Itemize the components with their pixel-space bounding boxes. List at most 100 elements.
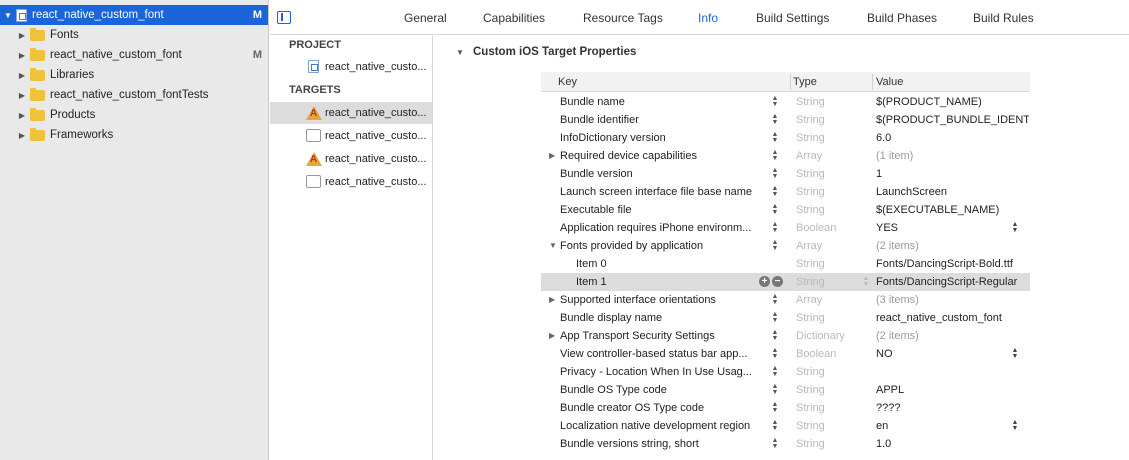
tab-info[interactable]: Info [698, 11, 718, 25]
key-stepper-icon[interactable]: ▲ ▼ [771, 95, 779, 108]
tab-resource-tags[interactable]: Resource Tags [583, 11, 663, 25]
property-row[interactable]: InfoDictionary version ▲ ▼ String 6.0 [541, 129, 1030, 147]
property-type[interactable]: String [796, 276, 825, 288]
property-key[interactable]: Fonts provided by application [560, 240, 768, 252]
property-type[interactable]: String [796, 312, 825, 324]
key-stepper-icon[interactable]: ▲ ▼ [771, 347, 779, 360]
property-key[interactable]: Item 0 [576, 258, 784, 270]
property-value[interactable]: (3 items) [876, 294, 1029, 306]
key-stepper-icon[interactable]: ▲ ▼ [771, 167, 779, 180]
value-popup-icon[interactable]: ▲ ▼ [1011, 419, 1019, 432]
key-stepper-icon[interactable]: ▲ ▼ [771, 419, 779, 432]
property-row[interactable]: ▶ Required device capabilities ▲ ▼ Array (1 i… [541, 147, 1030, 165]
key-stepper-icon[interactable]: ▲ ▼ [771, 131, 779, 144]
property-value[interactable]: Fonts/DancingScript-Regular [876, 276, 1029, 288]
property-row[interactable]: Launch screen interface file base name ▲ ▼… [541, 183, 1030, 201]
property-type[interactable]: String [796, 114, 825, 126]
property-row[interactable]: Bundle name ▲ ▼ String $(PRODUCT_NAME) [541, 93, 1030, 111]
disclosure-collapsed-icon[interactable]: ▶ [549, 151, 555, 160]
property-value[interactable]: (2 items) [876, 240, 1029, 252]
key-stepper-icon[interactable]: ▲ ▼ [771, 293, 779, 306]
disclosure-collapsed-icon[interactable]: ▶ [18, 91, 26, 100]
property-row[interactable]: ▶ App Transport Security Settings ▲ ▼ Dictio… [541, 327, 1030, 345]
property-key[interactable]: Supported interface orientations [560, 294, 768, 306]
key-stepper-icon[interactable]: ▲ ▼ [771, 383, 779, 396]
property-row[interactable]: Localization native development region ▲ ▼… [541, 417, 1030, 435]
property-type[interactable]: String [796, 258, 825, 270]
property-type[interactable]: String [796, 366, 825, 378]
property-value[interactable]: ???? [876, 402, 1029, 414]
property-key[interactable]: Bundle version [560, 168, 768, 180]
disclosure-collapsed-icon[interactable]: ▶ [18, 131, 26, 140]
property-value[interactable]: 6.0 [876, 132, 1029, 144]
property-value[interactable]: (1 item) [876, 150, 1029, 162]
navigator-item[interactable]: ▶ Fonts [0, 25, 268, 45]
key-stepper-icon[interactable]: ▲ ▼ [771, 365, 779, 378]
key-stepper-icon[interactable]: ▲ ▼ [771, 185, 779, 198]
navigator-item[interactable]: ▶ react_native_custom_fontTests [0, 85, 268, 105]
disclosure-collapsed-icon[interactable]: ▶ [549, 295, 555, 304]
property-key[interactable]: Privacy - Location When In Use Usag... [560, 366, 768, 378]
property-row[interactable]: Bundle identifier ▲ ▼ String $(PRODUCT_BUNDL… [541, 111, 1030, 129]
tab-general[interactable]: General [404, 11, 447, 25]
disclosure-collapsed-icon[interactable]: ▶ [18, 111, 26, 120]
tab-capabilities[interactable]: Capabilities [483, 11, 545, 25]
property-value[interactable]: en [876, 420, 1029, 432]
property-type[interactable]: String [796, 186, 825, 198]
property-type[interactable]: String [796, 384, 825, 396]
disclosure-expanded-icon[interactable]: ▼ [4, 11, 12, 20]
property-type[interactable]: Dictionary [796, 330, 845, 342]
property-value[interactable]: LaunchScreen [876, 186, 1029, 198]
property-key[interactable]: Executable file [560, 204, 768, 216]
key-stepper-icon[interactable]: ▲ ▼ [771, 239, 779, 252]
type-stepper-icon[interactable]: ▲ ▼ [862, 275, 870, 288]
key-stepper-icon[interactable]: ▲ ▼ [771, 203, 779, 216]
property-type[interactable]: String [796, 402, 825, 414]
property-value[interactable]: NO [876, 348, 1029, 360]
target-item[interactable]: react_native_custo... [270, 125, 432, 147]
property-key[interactable]: Bundle OS Type code [560, 384, 768, 396]
key-stepper-icon[interactable]: ▲ ▼ [771, 149, 779, 162]
property-value[interactable]: 1.0 [876, 438, 1029, 450]
property-key[interactable]: Application requires iPhone environm... [560, 222, 768, 234]
property-type[interactable]: Array [796, 150, 822, 162]
section-disclosure-icon[interactable]: ▼ [456, 48, 464, 57]
property-value[interactable]: $(PRODUCT_BUNDLE_IDENT [876, 114, 1029, 126]
value-popup-icon[interactable]: ▲ ▼ [1011, 221, 1019, 234]
property-row[interactable]: Bundle versions string, short ▲ ▼ String 1.0 [541, 435, 1030, 453]
property-value[interactable]: (2 items) [876, 330, 1029, 342]
property-key[interactable]: Bundle identifier [560, 114, 768, 126]
column-value-header[interactable]: Value [876, 76, 903, 88]
property-key[interactable]: App Transport Security Settings [560, 330, 768, 342]
disclosure-collapsed-icon[interactable]: ▶ [18, 51, 26, 60]
property-type[interactable]: Array [796, 240, 822, 252]
disclosure-collapsed-icon[interactable]: ▶ [549, 331, 555, 340]
tab-build-phases[interactable]: Build Phases [867, 11, 937, 25]
property-row[interactable]: Item 1 + − String ▲ ▼ Fonts/DancingScript-Regu… [541, 273, 1030, 291]
property-key[interactable]: Localization native development region [560, 420, 768, 432]
property-value[interactable]: $(PRODUCT_NAME) [876, 96, 1029, 108]
property-row[interactable]: View controller-based status bar app... ▲… [541, 345, 1030, 363]
property-row[interactable]: Bundle OS Type code ▲ ▼ String APPL [541, 381, 1030, 399]
property-type[interactable]: String [796, 168, 825, 180]
property-key[interactable]: InfoDictionary version [560, 132, 768, 144]
property-type[interactable]: String [796, 204, 825, 216]
property-row[interactable]: Privacy - Location When In Use Usag... ▲ ▼… [541, 363, 1030, 381]
navigator-item[interactable]: ▶ Products [0, 105, 268, 125]
property-type[interactable]: Boolean [796, 348, 836, 360]
property-type[interactable]: String [796, 438, 825, 450]
navigator-item[interactable]: ▶ react_native_custom_font M [0, 45, 268, 65]
property-row[interactable]: Bundle version ▲ ▼ String 1 [541, 165, 1030, 183]
property-type[interactable]: String [796, 420, 825, 432]
property-value[interactable]: $(EXECUTABLE_NAME) [876, 204, 1029, 216]
property-row[interactable]: Bundle creator OS Type code ▲ ▼ String???? [541, 399, 1030, 417]
add-item-icon[interactable]: + [759, 276, 770, 287]
column-type-header[interactable]: Type [793, 76, 817, 88]
property-row[interactable]: Executable file ▲ ▼ String $(EXECUTABLE_NAME… [541, 201, 1030, 219]
property-key[interactable]: Bundle name [560, 96, 768, 108]
property-type[interactable]: Array [796, 294, 822, 306]
property-key[interactable]: Item 1 [576, 276, 784, 288]
navigator-item[interactable]: ▶ Libraries [0, 65, 268, 85]
key-stepper-icon[interactable]: ▲ ▼ [771, 401, 779, 414]
disclosure-expanded-icon[interactable]: ▼ [549, 241, 557, 250]
